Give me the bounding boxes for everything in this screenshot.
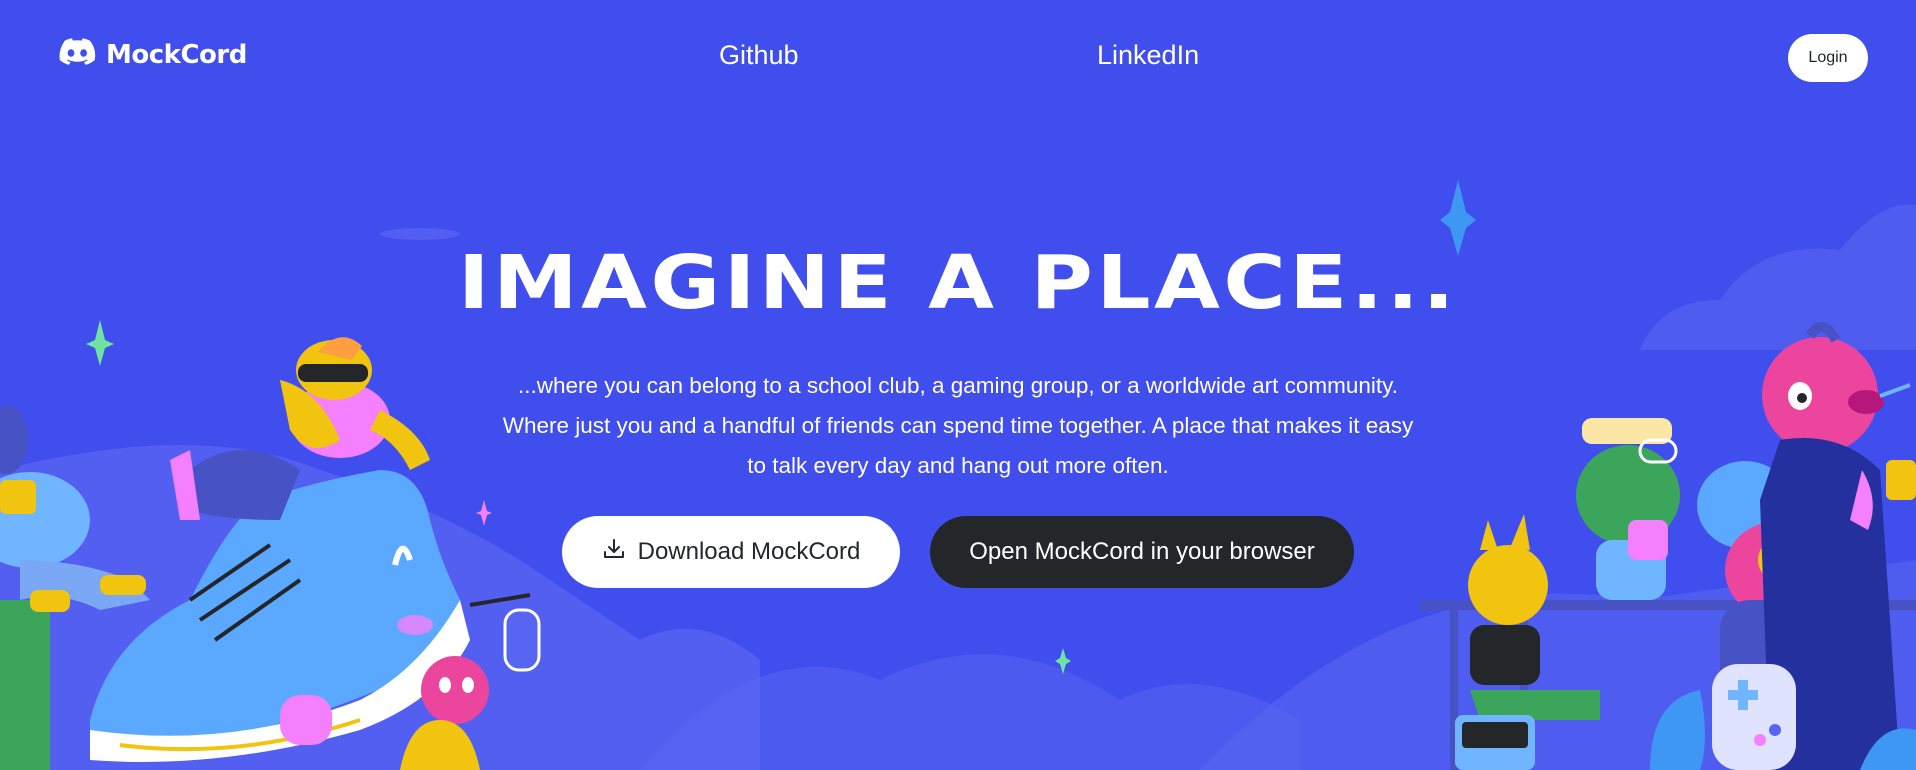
download-button[interactable]: Download MockCord	[562, 516, 900, 588]
brand-name: MockCord	[106, 40, 247, 70]
open-in-browser-button[interactable]: Open MockCord in your browser	[930, 516, 1354, 588]
download-icon	[602, 537, 626, 568]
hero-description: ...where you can belong to a school club…	[453, 366, 1463, 486]
cta-buttons: Download MockCord Open MockCord in your …	[0, 516, 1916, 588]
hero-section: IMAGINE A PLACE... ...where you can belo…	[0, 238, 1916, 588]
hero-title: IMAGINE A PLACE...	[457, 240, 1459, 326]
hero-line-1: ...where you can belong to a school club…	[517, 373, 1399, 398]
nav-link-linkedin[interactable]: LinkedIn	[1097, 40, 1199, 71]
hero-line-3: to talk every day and hang out more ofte…	[747, 453, 1169, 478]
brand-logo[interactable]: MockCord	[56, 38, 247, 72]
hills-middle	[640, 654, 1300, 770]
nav-link-github[interactable]: Github	[719, 40, 799, 71]
discord-controller-icon	[56, 38, 96, 72]
sparkle-green-small	[1055, 648, 1071, 674]
top-nav: MockCord Github LinkedIn Login	[0, 0, 1916, 120]
download-button-label: Download MockCord	[637, 538, 861, 565]
hero-line-2: Where just you and a handful of friends …	[502, 413, 1414, 438]
login-button[interactable]: Login	[1788, 34, 1868, 82]
hills-right	[1200, 560, 1916, 770]
